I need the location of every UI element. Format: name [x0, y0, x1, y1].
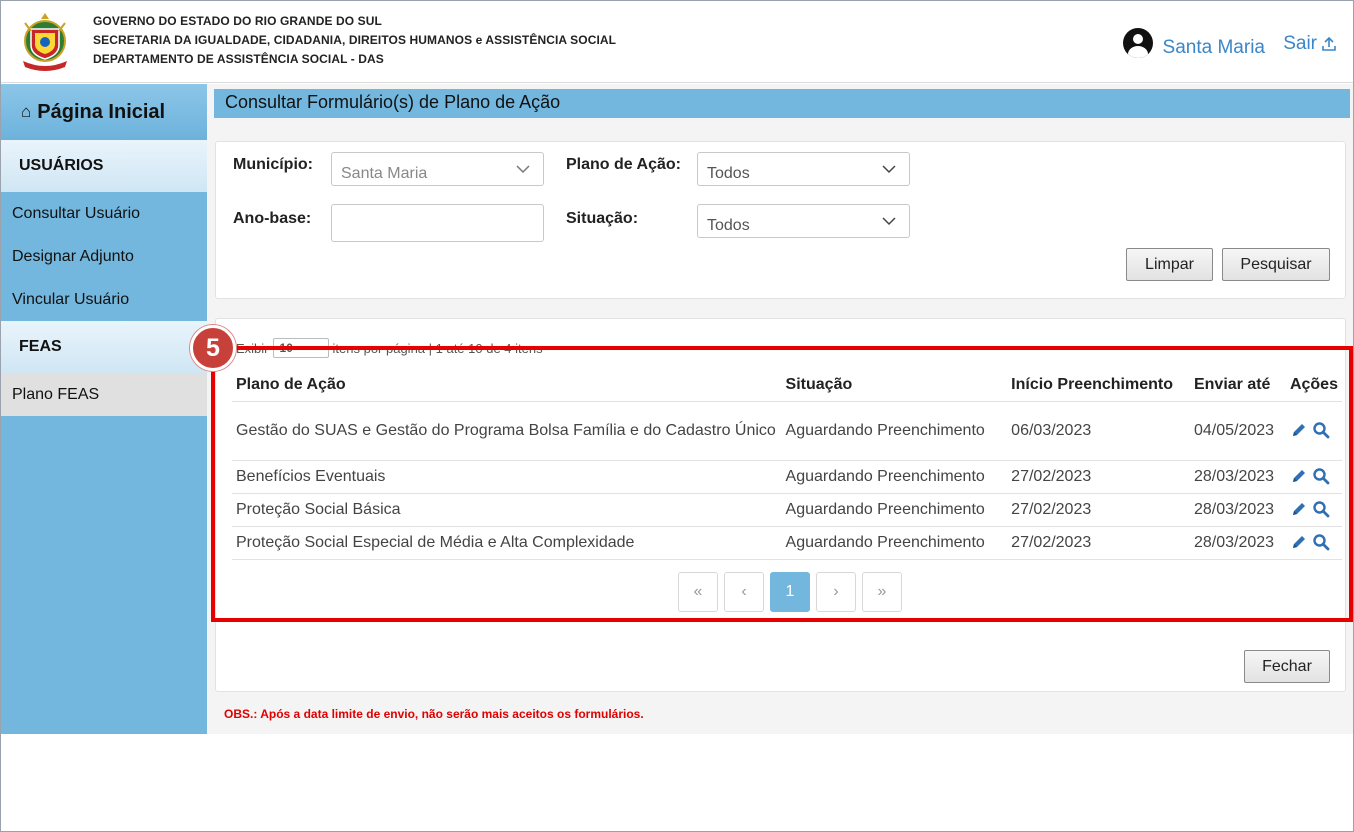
plano-label: Plano de Ação: [566, 156, 681, 173]
ano-base-label: Ano-base: [233, 210, 312, 227]
obs-note: OBS.: Após a data limite de envio, não s… [224, 707, 644, 721]
sidebar: ⌂ Página Inicial USUÁRIOS Consultar Usuá… [1, 84, 207, 734]
page-title: Consultar Formulário(s) de Plano de Ação [214, 89, 1350, 118]
user-name[interactable]: Santa Maria [1163, 37, 1265, 59]
municipio-select: Santa Maria [331, 152, 544, 186]
annotation-highlight-box [211, 346, 1353, 622]
gov-line-1: GOVERNO DO ESTADO DO RIO GRANDE DO SUL [93, 14, 382, 28]
sidebar-item-plano-feas[interactable]: Plano FEAS [1, 373, 207, 416]
state-crest-icon [23, 13, 67, 71]
app-header: GOVERNO DO ESTADO DO RIO GRANDE DO SUL S… [1, 1, 1353, 83]
logout-link[interactable]: Sair [1283, 33, 1337, 55]
chevron-down-icon [516, 165, 530, 174]
government-title: GOVERNO DO ESTADO DO RIO GRANDE DO SUL S… [93, 12, 616, 69]
plano-select[interactable]: Todos [697, 152, 910, 186]
municipio-label: Município: [233, 156, 313, 173]
user-menu[interactable]: Santa Maria [1122, 27, 1265, 59]
logout-label: Sair [1283, 33, 1317, 54]
clear-button[interactable]: Limpar [1126, 248, 1213, 281]
search-button[interactable]: Pesquisar [1222, 248, 1330, 281]
sidebar-item-designar-adjunto[interactable]: Designar Adjunto [1, 235, 207, 278]
sidebar-home[interactable]: ⌂ Página Inicial [1, 84, 207, 140]
ano-base-input[interactable] [331, 204, 544, 242]
user-icon [1122, 28, 1153, 58]
gov-line-3: DEPARTAMENTO DE ASSISTÊNCIA SOCIAL - DAS [93, 52, 384, 66]
home-icon: ⌂ [21, 102, 32, 121]
situacao-select[interactable]: Todos [697, 204, 910, 238]
situacao-value: Todos [707, 217, 750, 234]
plano-value: Todos [707, 165, 750, 182]
sidebar-section-usuarios: USUÁRIOS [1, 140, 207, 192]
chevron-down-icon [882, 217, 896, 226]
sidebar-home-label: Página Inicial [37, 100, 166, 123]
gov-line-2: SECRETARIA DA IGUALDADE, CIDADANIA, DIRE… [93, 33, 617, 47]
situacao-label: Situação: [566, 210, 639, 227]
chevron-down-icon [882, 165, 896, 174]
sidebar-section-feas: FEAS [1, 321, 207, 373]
sidebar-item-consultar-usuario[interactable]: Consultar Usuário [1, 192, 207, 235]
annotation-step-badge: 5 [190, 325, 236, 371]
municipio-value: Santa Maria [341, 165, 428, 182]
sidebar-item-vincular-usuario[interactable]: Vincular Usuário [1, 278, 207, 321]
close-button[interactable]: Fechar [1244, 650, 1330, 683]
upload-icon [1322, 36, 1336, 51]
